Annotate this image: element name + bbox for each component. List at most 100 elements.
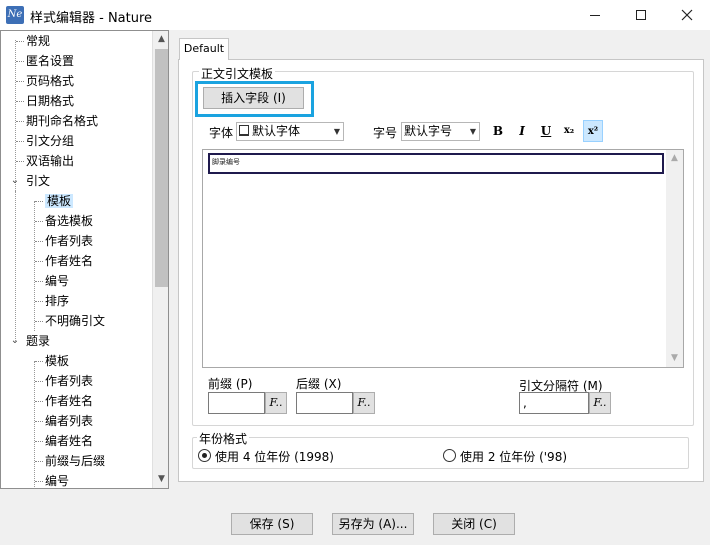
tree-item-label: 作者列表 — [45, 374, 94, 388]
scroll-down-icon[interactable]: ▼ — [153, 471, 168, 488]
radio-2digit[interactable] — [443, 449, 456, 462]
tree-item-bib-author-lists[interactable]: 作者列表 — [35, 372, 94, 390]
minimize-button[interactable] — [572, 0, 618, 30]
tree-item-label: 排序 — [45, 294, 70, 308]
font-select-value: 默认字体 — [252, 124, 301, 138]
prefix-label: 前缀 (P) — [208, 377, 253, 391]
close-dialog-button[interactable]: 关闭 (C) — [433, 513, 515, 535]
tree-item-label: 引文 — [26, 174, 51, 188]
editor-scrollbar[interactable]: ▲ ▼ — [666, 150, 683, 367]
style-tree[interactable]: 常规 匿名设置 页码格式 日期格式 期刊命名格式 引文分组 双语输出 ⌄ 引文 … — [0, 30, 169, 489]
size-select[interactable]: 默认字号 ▼ — [401, 122, 480, 141]
tree-item-label: 日期格式 — [26, 94, 75, 108]
tree-item-citations[interactable]: 引文 — [26, 172, 50, 190]
tree-item-citations-alt-templates[interactable]: 备选模板 — [35, 212, 94, 230]
tree-item-label: 引文分组 — [26, 134, 75, 148]
minimize-icon — [590, 14, 600, 16]
font-select[interactable]: 默认字体 ▼ — [236, 122, 344, 141]
tree-collapse-citations[interactable]: ⌄ — [9, 172, 21, 190]
window-title: 样式编辑器 - Nature — [30, 11, 153, 26]
tree-item-citations-sort[interactable]: 排序 — [35, 292, 70, 310]
maximize-button[interactable] — [618, 0, 664, 30]
tree-item-label: 作者列表 — [45, 234, 94, 248]
tree-item-citation-grouping[interactable]: 引文分组 — [16, 132, 75, 150]
template-group-title: 正文引文模板 — [199, 65, 276, 82]
prefix-input[interactable] — [208, 392, 265, 414]
template-editor[interactable]: 脚录编号 ▲ ▼ — [202, 149, 684, 368]
tree-item-citations-templates[interactable]: 模板 — [35, 192, 74, 210]
italic-button[interactable]: I — [512, 120, 532, 142]
tree-item-label: 模板 — [45, 354, 70, 368]
save-button[interactable]: 保存 (S) — [231, 513, 313, 535]
scroll-up-icon[interactable]: ▲ — [666, 150, 683, 167]
scroll-up-icon[interactable]: ▲ — [153, 31, 168, 48]
tree-item-journal-names[interactable]: 期刊命名格式 — [16, 112, 98, 130]
superscript-button[interactable]: x² — [583, 120, 603, 142]
size-label: 字号 — [373, 126, 398, 140]
close-button[interactable] — [664, 0, 710, 30]
tree-item-citations-ambiguous[interactable]: 不明确引文 — [35, 312, 105, 330]
tree-item-label: 作者姓名 — [45, 254, 94, 268]
tree-item-citations-author-lists[interactable]: 作者列表 — [35, 232, 94, 250]
suffix-font-button[interactable]: F.. — [353, 392, 375, 414]
tree-item-bilingual[interactable]: 双语输出 — [16, 152, 75, 170]
year-format-title: 年份格式 — [197, 430, 250, 447]
size-select-value: 默认字号 — [404, 124, 453, 138]
scroll-down-icon[interactable]: ▼ — [666, 350, 683, 367]
tree-item-bib-editor-name[interactable]: 编者姓名 — [35, 432, 94, 450]
tree-line — [15, 191, 16, 341]
tree-item-label: 备选模板 — [45, 214, 94, 228]
title-bar: Ne 样式编辑器 - Nature — [0, 0, 710, 30]
font-icon — [239, 125, 249, 136]
tree-item-date-format[interactable]: 日期格式 — [16, 92, 75, 110]
tree-item-anonymous[interactable]: 匿名设置 — [16, 52, 75, 70]
separator-font-button[interactable]: F.. — [589, 392, 611, 414]
tree-item-label: 匿名设置 — [26, 54, 75, 68]
radio-4digit[interactable] — [198, 449, 211, 462]
tree-scrollbar[interactable]: ▲ ▼ — [152, 31, 168, 488]
radio-4digit-label[interactable]: 使用 4 位年份 (1998) — [215, 448, 334, 465]
tree-item-label: 编者姓名 — [45, 434, 94, 448]
tab-default[interactable]: Default — [179, 38, 229, 60]
tree-collapse-bibliography[interactable]: ⌄ — [9, 332, 21, 350]
tree-item-bib-prefix-suffix[interactable]: 前缀与后缀 — [35, 452, 106, 470]
tree-item-bib-numbering[interactable]: 编号 — [35, 472, 70, 488]
suffix-label: 后缀 (X) — [296, 377, 342, 391]
bold-button[interactable]: B — [488, 120, 508, 142]
underline-button[interactable]: U — [536, 120, 556, 142]
save-as-button[interactable]: 另存为 (A)... — [332, 513, 414, 535]
scroll-thumb[interactable] — [155, 49, 168, 287]
tree-item-citations-numbering[interactable]: 编号 — [35, 272, 70, 290]
tree-item-citations-author-name[interactable]: 作者姓名 — [35, 252, 94, 270]
tree-line — [15, 40, 16, 191]
tree-item-label: 题录 — [26, 334, 51, 348]
close-icon — [681, 9, 693, 21]
tree-item-page-numbers[interactable]: 页码格式 — [16, 72, 75, 90]
radio-2digit-label[interactable]: 使用 2 位年份 ('98) — [460, 448, 567, 465]
tree-item-general[interactable]: 常规 — [16, 32, 51, 50]
tree-item-label: 常规 — [26, 34, 51, 48]
editor-line[interactable]: 脚录编号 — [208, 153, 664, 174]
tree-item-label: 页码格式 — [26, 74, 75, 88]
app-icon: Ne — [6, 6, 24, 24]
tree-item-label: 双语输出 — [26, 154, 75, 168]
subscript-button[interactable]: x₂ — [559, 120, 579, 142]
tree-item-bib-templates[interactable]: 模板 — [35, 352, 70, 370]
tree-item-label: 前缀与后缀 — [45, 454, 106, 468]
tree-item-bib-author-name[interactable]: 作者姓名 — [35, 392, 93, 410]
tree-item-bibliography[interactable]: 题录 — [26, 332, 50, 350]
maximize-icon — [636, 10, 646, 20]
insert-field-button[interactable]: 插入字段 (I) — [203, 87, 304, 109]
font-label: 字体 — [209, 126, 234, 140]
tree-item-label: 编者列表 — [45, 414, 94, 428]
dropdown-arrow-icon: ▼ — [469, 127, 476, 136]
tree-item-label: 编号 — [45, 274, 70, 288]
dropdown-arrow-icon: ▼ — [333, 127, 340, 136]
tree-item-label: 编号 — [45, 474, 70, 488]
suffix-input[interactable] — [296, 392, 353, 414]
tree-item-label: 模板 — [45, 194, 74, 208]
prefix-font-button[interactable]: F.. — [265, 392, 287, 414]
tree-item-bib-editor-lists[interactable]: 编者列表 — [35, 412, 94, 430]
radio-selected-dot — [202, 453, 207, 458]
separator-input[interactable]: , — [519, 392, 589, 414]
